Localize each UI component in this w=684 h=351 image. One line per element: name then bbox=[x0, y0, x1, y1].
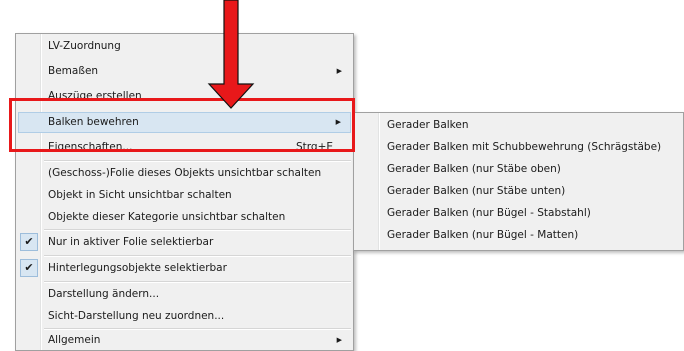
menu-separator bbox=[44, 229, 351, 231]
checkmark-icon: ✔ bbox=[20, 233, 38, 251]
menu-item-nur-aktive-folie[interactable]: ✔ Nur in aktiver Folie selektierbar bbox=[18, 232, 351, 253]
submenu-item-label: Gerader Balken (nur Bügel - Matten) bbox=[387, 229, 579, 241]
submenu-item-staebe-oben[interactable]: Gerader Balken (nur Stäbe oben) bbox=[356, 159, 681, 180]
submenu-arrow-icon: ▶ bbox=[336, 336, 342, 344]
checkmark-icon: ✔ bbox=[20, 259, 38, 277]
menu-separator bbox=[44, 281, 351, 283]
menu-item-label: Sicht-Darstellung neu zuordnen... bbox=[48, 310, 225, 322]
menu-item-hinterlegungsobjekte[interactable]: ✔ Hinterlegungsobjekte selektierbar bbox=[18, 258, 351, 279]
menu-item-allgemein[interactable]: Allgemein ▶ bbox=[18, 330, 351, 351]
submenu-item-label: Gerader Balken (nur Stäbe unten) bbox=[387, 185, 566, 197]
menu-item-label: Hinterlegungsobjekte selektierbar bbox=[48, 262, 227, 274]
menu-item-label: Objekte dieser Kategorie unsichtbar scha… bbox=[48, 211, 286, 223]
submenu-item-schubbewehrung[interactable]: Gerader Balken mit Schubbewehrung (Schrä… bbox=[356, 137, 681, 158]
menu-item-folie-unsichtbar[interactable]: (Geschoss-)Folie dieses Objekts unsichtb… bbox=[18, 163, 351, 184]
submenu-item-buegel-matten[interactable]: Gerader Balken (nur Bügel - Matten) bbox=[356, 225, 681, 246]
menu-item-objekt-unsichtbar[interactable]: Objekt in Sicht unsichtbar schalten bbox=[18, 185, 351, 206]
menu-item-kategorie-unsichtbar[interactable]: Objekte dieser Kategorie unsichtbar scha… bbox=[18, 207, 351, 228]
menu-item-label: Allgemein bbox=[48, 334, 101, 346]
menu-item-darstellung-aendern[interactable]: Darstellung ändern... bbox=[18, 284, 351, 305]
menu-item-label: Darstellung ändern... bbox=[48, 288, 160, 300]
menu-item-sicht-darstellung[interactable]: Sicht-Darstellung neu zuordnen... bbox=[18, 306, 351, 327]
submenu-item-label: Gerader Balken mit Schubbewehrung (Schrä… bbox=[387, 141, 662, 153]
submenu-balken-bewehren: Gerader Balken Gerader Balken mit Schubb… bbox=[353, 112, 684, 251]
submenu-item-label: Gerader Balken bbox=[387, 119, 469, 131]
submenu-item-staebe-unten[interactable]: Gerader Balken (nur Stäbe unten) bbox=[356, 181, 681, 202]
menu-item-label: (Geschoss-)Folie dieses Objekts unsichtb… bbox=[48, 167, 322, 179]
submenu-item-label: Gerader Balken (nur Bügel - Stabstahl) bbox=[387, 207, 591, 219]
menu-item-label: Objekt in Sicht unsichtbar schalten bbox=[48, 189, 232, 201]
submenu-item-buegel-stabstahl[interactable]: Gerader Balken (nur Bügel - Stabstahl) bbox=[356, 203, 681, 224]
menu-separator bbox=[44, 160, 351, 162]
menu-separator bbox=[44, 255, 351, 257]
annotation-arrow-icon bbox=[207, 0, 255, 109]
submenu-item-label: Gerader Balken (nur Stäbe oben) bbox=[387, 163, 561, 175]
menu-item-label: Nur in aktiver Folie selektierbar bbox=[48, 236, 214, 248]
